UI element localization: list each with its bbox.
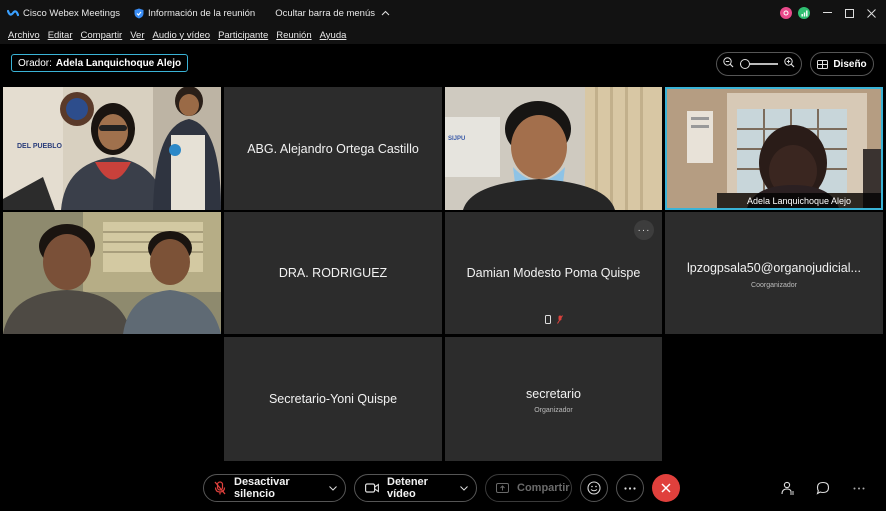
video-tile-secretario[interactable]: secretario Organizador bbox=[445, 337, 662, 461]
reactions-button[interactable] bbox=[580, 474, 608, 502]
unmute-label: Desactivar silencio bbox=[234, 476, 290, 500]
participant-name: lpzogpsala50@organojudicial... bbox=[687, 261, 861, 276]
menu-bar: Archivo Editar Compartir Ver Audio y víd… bbox=[0, 26, 886, 44]
meeting-info-label: Información de la reunión bbox=[147, 7, 256, 19]
background-sign-text: DEL PUEBLO bbox=[17, 143, 62, 150]
video-tile-rodriguez[interactable]: DRA. RODRIGUEZ bbox=[224, 212, 442, 334]
stop-video-label: Detener vídeo bbox=[387, 476, 428, 500]
mobile-device-icon bbox=[544, 311, 551, 329]
end-meeting-button[interactable] bbox=[652, 474, 680, 502]
menu-editar[interactable]: Editar bbox=[48, 30, 73, 41]
network-stats-icon[interactable] bbox=[798, 7, 810, 19]
device-status bbox=[445, 311, 662, 329]
video-tile-participant-3[interactable]: SIJPU bbox=[445, 87, 662, 210]
layout-button[interactable]: Diseño bbox=[810, 52, 874, 76]
speaker-label: Orador: bbox=[18, 57, 52, 69]
webex-logo-icon bbox=[7, 7, 19, 19]
meeting-header: Orador: Adela Lanquichoque Alejo Diseño bbox=[0, 44, 886, 84]
chevron-down-icon[interactable] bbox=[460, 485, 468, 491]
zoom-in-icon[interactable] bbox=[784, 55, 795, 73]
title-bar: Cisco Webex Meetings Información de la r… bbox=[0, 0, 886, 26]
participant-role: Organizador bbox=[534, 407, 573, 414]
video-tile-cohost[interactable]: lpzogpsala50@organojudicial... Coorganiz… bbox=[665, 212, 883, 334]
menu-participante[interactable]: Participante bbox=[218, 30, 268, 41]
speaker-name: Adela Lanquichoque Alejo bbox=[55, 57, 182, 69]
video-tile-adela[interactable]: Adela Lanquichoque Alejo bbox=[665, 87, 883, 210]
share-label: Compartir bbox=[517, 482, 570, 494]
participant-video-feed bbox=[3, 212, 221, 334]
close-icon bbox=[661, 483, 671, 493]
minimize-button[interactable] bbox=[816, 0, 838, 26]
shield-icon bbox=[134, 8, 144, 19]
share-screen-icon bbox=[496, 483, 509, 493]
smiley-icon bbox=[587, 481, 601, 495]
stop-video-button[interactable]: Detener vídeo bbox=[354, 474, 477, 502]
menu-audio-video[interactable]: Audio y vídeo bbox=[152, 30, 210, 41]
participant-video-feed bbox=[667, 89, 881, 208]
grid-layout-icon bbox=[817, 59, 829, 69]
video-tile-participant-5[interactable] bbox=[3, 212, 221, 334]
chat-panel-button[interactable] bbox=[814, 479, 832, 497]
meeting-controls: Desactivar silencio Detener vídeo Compar… bbox=[0, 466, 886, 511]
record-indicator-icon[interactable] bbox=[780, 7, 792, 19]
layout-label: Diseño bbox=[833, 58, 867, 70]
menu-compartir[interactable]: Compartir bbox=[81, 30, 123, 41]
zoom-track[interactable] bbox=[740, 59, 778, 69]
muted-microphone-icon bbox=[214, 481, 226, 495]
participant-name: Secretario-Yoni Quispe bbox=[268, 392, 398, 406]
participants-icon bbox=[781, 481, 794, 495]
participant-name: DRA. RODRIGUEZ bbox=[278, 266, 388, 280]
video-tile-damian[interactable]: ··· Damian Modesto Poma Quispe bbox=[445, 212, 662, 334]
participant-video-feed bbox=[445, 87, 662, 210]
chat-icon bbox=[816, 481, 830, 495]
unmute-button[interactable]: Desactivar silencio bbox=[203, 474, 346, 502]
participant-role: Coorganizador bbox=[751, 282, 797, 289]
zoom-slider[interactable] bbox=[716, 52, 802, 76]
close-window-button[interactable] bbox=[860, 0, 882, 26]
background-sign-text: SIJPU bbox=[448, 136, 466, 142]
video-tile-participant-1[interactable]: DEL PUEBLO bbox=[3, 87, 221, 210]
share-button[interactable]: Compartir bbox=[485, 474, 572, 502]
meeting-info-button[interactable]: Información de la reunión bbox=[134, 8, 255, 19]
active-speaker-badge: Orador: Adela Lanquichoque Alejo bbox=[11, 54, 189, 72]
participant-name: secretario bbox=[526, 387, 581, 402]
participant-name: ABG. Alejandro Ortega Castillo bbox=[247, 141, 419, 156]
participant-name: Damian Modesto Poma Quispe bbox=[466, 266, 641, 280]
more-options-button[interactable] bbox=[616, 474, 644, 502]
ellipsis-icon bbox=[853, 487, 865, 489]
muted-mic-icon bbox=[556, 311, 563, 329]
zoom-knob[interactable] bbox=[740, 59, 750, 69]
video-tile-alejandro[interactable]: ABG. Alejandro Ortega Castillo bbox=[224, 87, 442, 210]
menu-ayuda[interactable]: Ayuda bbox=[320, 30, 347, 41]
zoom-out-icon[interactable] bbox=[723, 55, 734, 73]
more-panels-button[interactable] bbox=[850, 479, 868, 497]
video-tile-yoni[interactable]: Secretario-Yoni Quispe bbox=[224, 337, 442, 461]
maximize-button[interactable] bbox=[838, 0, 860, 26]
app-title: Cisco Webex Meetings bbox=[23, 7, 120, 19]
menu-reunion[interactable]: Reunión bbox=[276, 30, 311, 41]
menu-archivo[interactable]: Archivo bbox=[8, 30, 40, 41]
ellipsis-icon bbox=[624, 486, 636, 490]
participant-name-bar: Adela Lanquichoque Alejo bbox=[717, 193, 881, 208]
menu-ver[interactable]: Ver bbox=[130, 30, 144, 41]
video-camera-icon bbox=[365, 483, 379, 493]
hide-menu-label: Ocultar barra de menús bbox=[275, 7, 375, 19]
chevron-up-icon bbox=[381, 10, 390, 16]
more-options-button[interactable]: ··· bbox=[634, 220, 654, 240]
hide-menu-bar-button[interactable]: Ocultar barra de menús bbox=[275, 8, 390, 19]
chevron-down-icon[interactable] bbox=[329, 485, 337, 491]
participants-panel-button[interactable] bbox=[779, 479, 797, 497]
